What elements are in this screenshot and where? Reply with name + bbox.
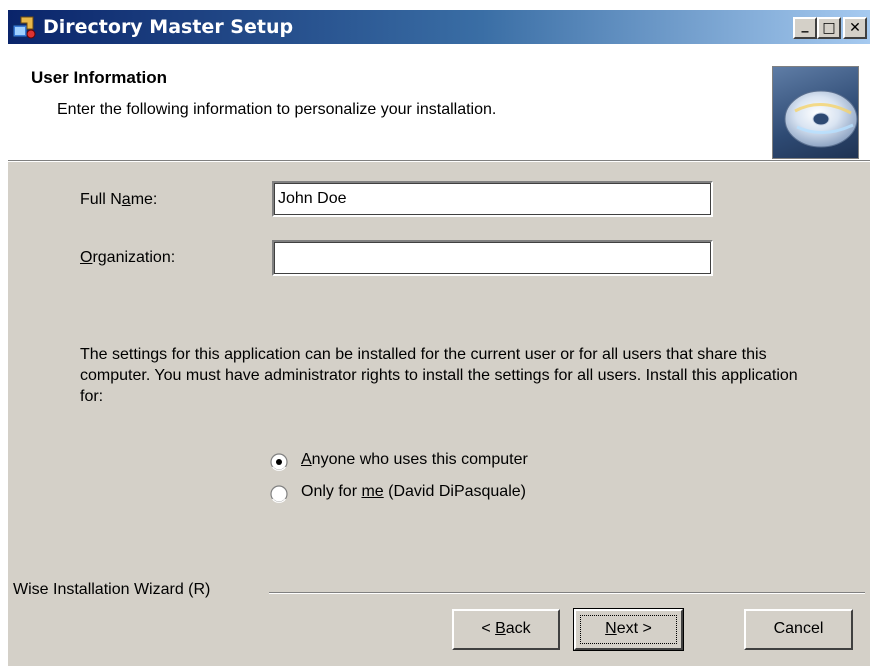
setup-app-icon (12, 16, 36, 39)
next-button[interactable]: Next > (573, 608, 684, 651)
close-icon: ✕ (849, 20, 861, 36)
install-info-text: The settings for this application can be… (80, 346, 798, 405)
full-name-label: Full Name: (80, 191, 158, 208)
footer-divider (269, 592, 865, 594)
radio-anyone-label: Anyone who uses this computer (301, 451, 528, 468)
page-title: User Information (31, 68, 168, 87)
setup-dialog: Directory Master Setup _ □ ✕ User Inform… (8, 10, 870, 666)
cd-disc-icon (772, 66, 859, 159)
full-name-field[interactable] (272, 181, 713, 217)
radio-selected-icon (270, 453, 288, 471)
organization-label: Organization: (80, 249, 176, 266)
page-subtitle: Enter the following information to perso… (57, 101, 497, 118)
title-bar[interactable]: Directory Master Setup _ □ ✕ (8, 10, 870, 44)
maximize-button[interactable]: □ (817, 17, 841, 39)
cd-disc-graphic (784, 90, 858, 148)
radio-only-me-label: Only for me (David DiPasquale) (301, 483, 526, 500)
header-banner: User Information Enter the following inf… (8, 44, 870, 162)
wizard-brand-label: Wise Installation Wizard (R) (13, 581, 211, 598)
radio-unselected-icon (270, 485, 288, 503)
cancel-button[interactable]: Cancel (744, 609, 853, 650)
organization-field[interactable] (272, 240, 713, 276)
minimize-icon: _ (801, 17, 809, 33)
minimize-button[interactable]: _ (793, 17, 817, 39)
close-button[interactable]: ✕ (843, 17, 867, 39)
window-title: Directory Master Setup (43, 16, 294, 38)
back-button[interactable]: < Back (452, 609, 560, 650)
focus-rectangle (580, 615, 677, 644)
maximize-icon: □ (822, 20, 836, 36)
